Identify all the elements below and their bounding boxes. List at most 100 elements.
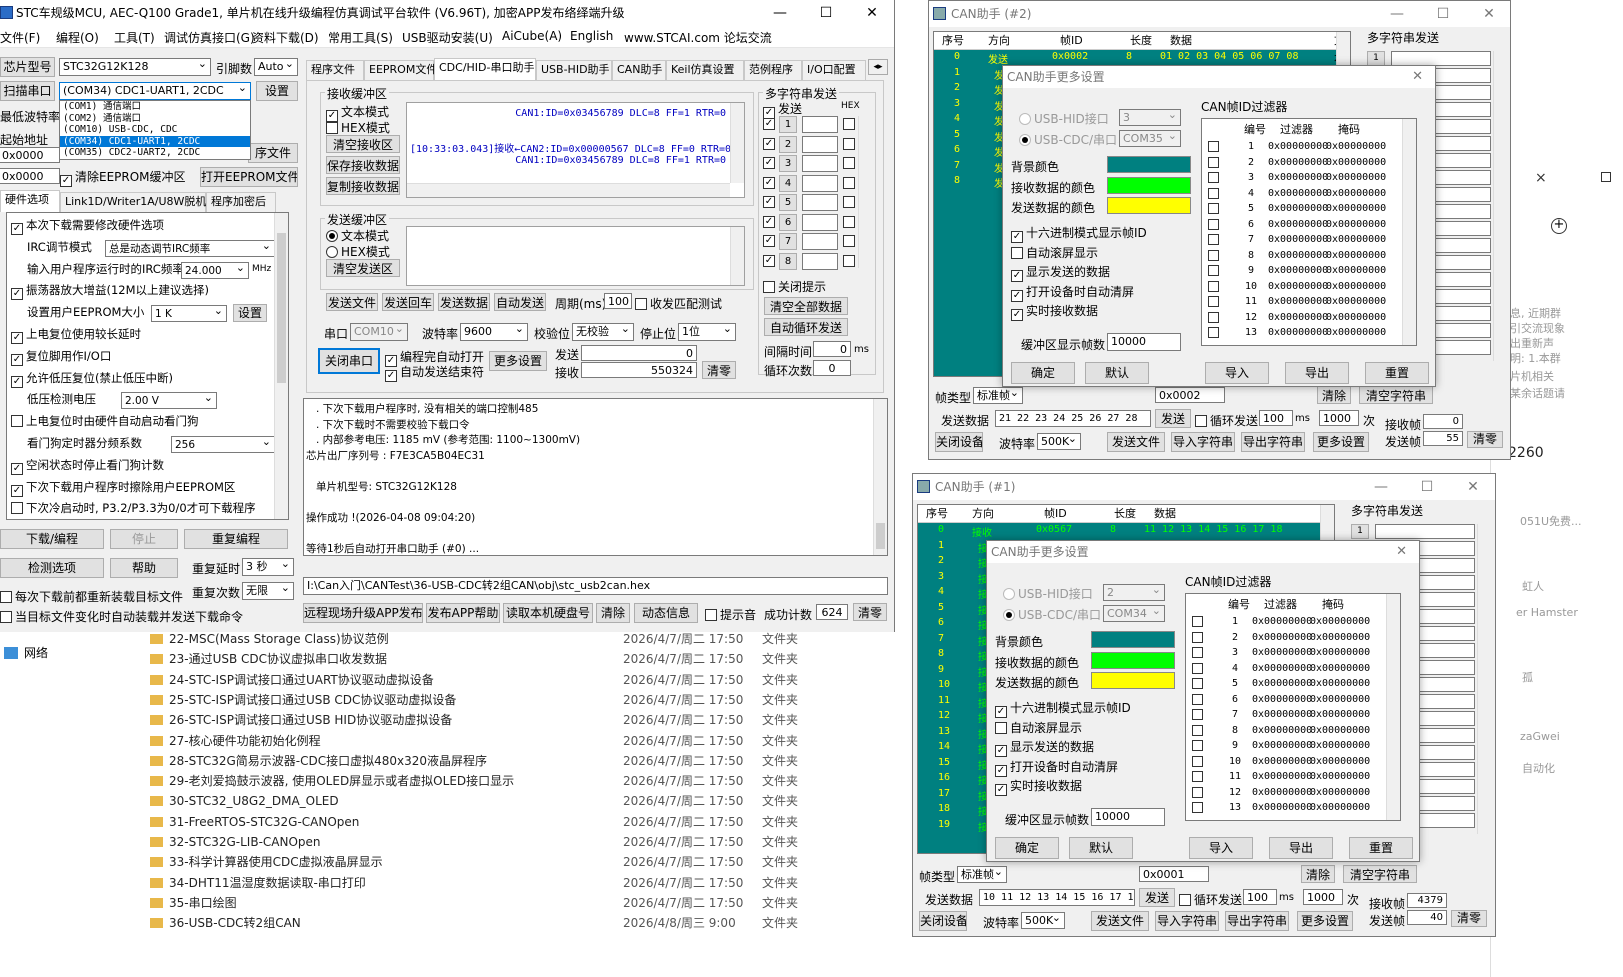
menu-item-8[interactable]: English xyxy=(570,29,613,43)
beep-checkbox[interactable]: 提示音 xyxy=(705,606,756,623)
filter-row[interactable]: 3 0x00000000 0x00000000 xyxy=(1186,645,1400,661)
explorer-folder-row[interactable]: 23-通过USB CDC协议虚拟串口收发数据 2026/4/7/周二 17:50 文… xyxy=(150,649,910,669)
multi-enable-checkbox[interactable]: ✓ xyxy=(763,215,775,228)
multi-send-button[interactable]: 7 xyxy=(779,233,797,250)
baud-rate-select[interactable]: 9600 xyxy=(460,323,528,341)
filter-enable-checkbox[interactable] xyxy=(1192,786,1203,798)
hardware-option[interactable]: ✓ 下次下载用户程序时擦除用户EEPROM区 xyxy=(11,479,273,499)
chip-model-button[interactable]: 芯片型号 xyxy=(0,57,55,77)
filter-enable-checkbox[interactable] xyxy=(1208,249,1219,261)
filter-row[interactable]: 3 0x00000000 0x00000000 xyxy=(1202,170,1416,186)
can1-clear-strings-button[interactable]: 清空字符串 xyxy=(1343,865,1417,883)
multi-enable-checkbox[interactable]: ✓ xyxy=(763,157,775,169)
multi-string-input[interactable] xyxy=(802,155,838,172)
chat-maximize-icon[interactable] xyxy=(1601,172,1611,182)
can1-auto_scroll-checkbox[interactable]: 自动滚屏显示 xyxy=(995,719,1082,736)
multi-send-button[interactable]: 2 xyxy=(779,135,797,153)
tab-scroll-arrows[interactable]: ◂▸ xyxy=(868,59,888,75)
save-receive-button[interactable]: 保存接收数据 xyxy=(326,156,400,174)
can1-cdc-select[interactable]: COM34 xyxy=(1103,605,1165,622)
can2-bg_color-swatch[interactable] xyxy=(1107,156,1191,173)
can2-send_file-button[interactable]: 发送文件 xyxy=(1107,432,1165,452)
can2-open_clear-checkbox[interactable]: ✓ 打开设备时自动清屏 xyxy=(1011,283,1134,302)
can1-dialog-ok-button[interactable]: 确定 xyxy=(995,837,1059,859)
can1-maximize-button[interactable]: ☐ xyxy=(1405,474,1449,500)
filter-enable-checkbox[interactable] xyxy=(1192,678,1203,689)
filter-enable-checkbox[interactable] xyxy=(1208,311,1219,323)
filter-row[interactable]: 6 0x00000000 0x00000000 xyxy=(1202,217,1416,233)
explorer-folder-row[interactable]: 26-STC-ISP调试接口通过USB HID协议驱动虚拟设备 2026/4/7/… xyxy=(150,710,910,730)
filter-row[interactable]: 12 0x00000000 0x00000000 xyxy=(1186,785,1400,801)
can1-dialog-reset-button[interactable]: 重置 xyxy=(1349,837,1413,859)
options-scrollbar[interactable] xyxy=(274,213,288,519)
can2-clear-strings-button[interactable]: 清空字符串 xyxy=(1359,386,1433,404)
filter-row[interactable]: 8 0x00000000 0x00000000 xyxy=(1186,723,1400,739)
can1-dialog-export-button[interactable]: 导出 xyxy=(1269,837,1333,859)
open-program-file-button[interactable]: 序文件 xyxy=(248,143,298,163)
can2-frame-id-input[interactable]: 0x0002 xyxy=(1155,387,1225,403)
can2-clear-count-button[interactable]: 清零 xyxy=(1467,431,1503,448)
can1-dialog-close-icon[interactable]: ✕ xyxy=(1396,541,1407,563)
minimize-button[interactable]: — xyxy=(758,0,802,26)
filter-row[interactable]: 4 0x00000000 0x00000000 xyxy=(1202,186,1416,202)
right-tab-1[interactable]: EEPROM文件 xyxy=(364,60,437,80)
filter-row[interactable]: 4 0x00000000 0x00000000 xyxy=(1186,661,1400,677)
can2-minimize-button[interactable]: — xyxy=(1375,1,1419,27)
auto-end-checkbox[interactable]: ✓ 自动发送结束符 xyxy=(385,363,484,382)
filter-row[interactable]: 6 0x00000000 0x00000000 xyxy=(1186,692,1400,708)
can1-buffer-input[interactable]: 10000 xyxy=(1091,808,1165,826)
send-text-mode-radio[interactable]: 文本模式 xyxy=(326,227,389,244)
right-tab-5[interactable]: Keil仿真设置 xyxy=(666,60,744,80)
clear-count-button[interactable]: 清零 xyxy=(702,361,736,379)
more-settings-button[interactable]: 更多设置 xyxy=(489,351,547,371)
filter-enable-checkbox[interactable] xyxy=(1208,327,1219,338)
multi-hex-checkbox[interactable] xyxy=(843,118,855,130)
can1-realtime-checkbox[interactable]: ✓ 实时接收数据 xyxy=(995,777,1082,796)
filter-row[interactable]: 7 0x00000000 0x00000000 xyxy=(1186,707,1400,723)
can1-hex_show-checkbox[interactable]: ✓ 十六进制模式显示帧ID xyxy=(995,699,1131,718)
port-option[interactable]: (COM2) 通信端口 xyxy=(60,113,250,125)
right-tab-7[interactable]: I/O口配置 xyxy=(802,60,866,80)
can2-send_color-swatch[interactable] xyxy=(1107,197,1191,214)
bottom-button-0[interactable]: 远程现场升级APP发布 xyxy=(303,603,423,623)
bottom-button-2[interactable]: 读取本机硬盘号 xyxy=(503,603,593,623)
filter-enable-checkbox[interactable] xyxy=(1208,141,1219,152)
can1-filter-scrollbar[interactable] xyxy=(1386,594,1400,820)
clear-send-button[interactable]: 清空发送区 xyxy=(326,259,400,277)
can2-loop-send-checkbox[interactable]: 循环发送 xyxy=(1195,412,1258,429)
filter-row[interactable]: 9 0x00000000 0x00000000 xyxy=(1186,738,1400,754)
option-set-button[interactable]: 设置 xyxy=(233,304,267,323)
filter-enable-checkbox[interactable] xyxy=(1208,156,1219,168)
filter-row[interactable]: 5 0x00000000 0x00000000 xyxy=(1202,201,1416,217)
can2-dialog-import-button[interactable]: 导入 xyxy=(1205,362,1269,384)
can1-close_dev-button[interactable]: 关闭设备 xyxy=(919,911,967,931)
can1-close-button[interactable]: ✕ xyxy=(1451,474,1495,500)
filter-row[interactable]: 2 0x00000000 0x00000000 xyxy=(1202,155,1416,171)
filter-row[interactable]: 12 0x00000000 0x00000000 xyxy=(1202,310,1416,326)
right-tab-3[interactable]: USB-HID助手 xyxy=(536,60,612,80)
filter-enable-checkbox[interactable] xyxy=(1208,218,1219,230)
option-select[interactable]: 256 xyxy=(171,436,275,453)
interval-input[interactable]: 0 xyxy=(813,341,851,357)
can2-send-button[interactable]: 发送 xyxy=(1155,409,1191,428)
auto-send-button[interactable]: 自动发送 xyxy=(494,293,546,311)
can2-buffer-input[interactable]: 10000 xyxy=(1107,333,1181,351)
can2-frametype-select[interactable]: 标准帧 xyxy=(973,387,1023,404)
menu-item-7[interactable]: AiCube(A) xyxy=(502,29,562,43)
can2-baud-select[interactable]: 500K xyxy=(1037,433,1081,450)
filter-enable-checkbox[interactable] xyxy=(1192,724,1203,736)
menu-item-2[interactable]: 工具(T) xyxy=(114,29,155,46)
filter-row[interactable]: 13 0x00000000 0x00000000 xyxy=(1202,325,1416,341)
can2-dialog-close-icon[interactable]: ✕ xyxy=(1412,66,1423,88)
can1-bg_color-swatch[interactable] xyxy=(1091,631,1175,648)
multi-send-button[interactable]: 3 xyxy=(779,155,797,172)
filter-enable-checkbox[interactable] xyxy=(1208,187,1219,199)
multi-hex-checkbox[interactable] xyxy=(843,196,855,208)
can2-dialog-reset-button[interactable]: 重置 xyxy=(1365,362,1429,384)
can2-realtime-checkbox[interactable]: ✓ 实时接收数据 xyxy=(1011,302,1098,321)
can1-loop-ms-input[interactable]: 100 xyxy=(1243,889,1277,905)
option-select[interactable]: 1 K xyxy=(151,305,227,323)
pin-select[interactable]: Auto xyxy=(254,58,298,76)
explorer-folder-row[interactable]: 32-STC32G-LIB-CANOpen 2026/4/7/周二 17:50 文件… xyxy=(150,832,910,852)
option-select[interactable]: 总是动态调节IRC频率 xyxy=(105,239,275,257)
